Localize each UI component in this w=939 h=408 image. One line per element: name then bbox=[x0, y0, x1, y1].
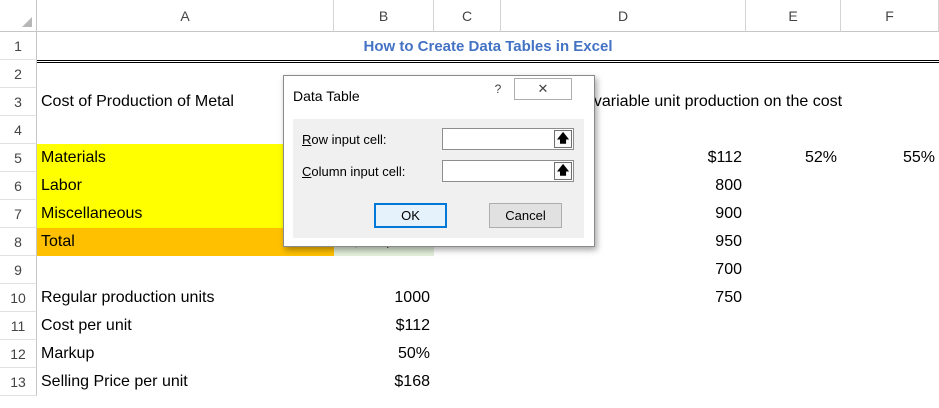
cell-b11[interactable]: $112 bbox=[334, 312, 434, 340]
cell-f5[interactable]: 55% bbox=[841, 144, 939, 172]
column-header-d[interactable]: D bbox=[501, 0, 746, 32]
column-header-b[interactable]: B bbox=[334, 0, 434, 32]
row-header-6[interactable]: 6 bbox=[0, 172, 37, 200]
row-header-9[interactable]: 9 bbox=[0, 256, 37, 284]
row-header-1[interactable]: 1 bbox=[0, 32, 37, 60]
close-icon: ✕ bbox=[537, 81, 549, 96]
cell-a13[interactable]: Selling Price per unit bbox=[37, 368, 334, 396]
cell-b13[interactable]: $168 bbox=[334, 368, 434, 396]
cell-b10[interactable]: 1000 bbox=[334, 284, 434, 312]
data-table-dialog: Data Table ? ✕ Row input cell: 🡅 Column … bbox=[283, 75, 595, 247]
row-header-2[interactable]: 2 bbox=[0, 60, 37, 88]
dialog-body: Row input cell: 🡅 Column input cell: 🡅 O… bbox=[293, 119, 584, 238]
cell-a10[interactable]: Regular production units bbox=[37, 284, 334, 312]
row-header-13[interactable]: 13 bbox=[0, 368, 37, 396]
row-header-11[interactable]: 11 bbox=[0, 312, 37, 340]
row-header-5[interactable]: 5 bbox=[0, 144, 37, 172]
cell-d9[interactable]: 700 bbox=[501, 256, 746, 284]
cancel-button[interactable]: Cancel bbox=[489, 203, 562, 228]
cell-d3[interactable]: f variable unit production on the cost bbox=[585, 88, 939, 116]
row-header-12[interactable]: 12 bbox=[0, 340, 37, 368]
column-header-f[interactable]: F bbox=[841, 0, 939, 32]
cell-a12[interactable]: Markup bbox=[37, 340, 334, 368]
ok-button[interactable]: OK bbox=[374, 203, 447, 228]
title-double-underline bbox=[37, 60, 939, 63]
column-input-label: Column input cell: bbox=[302, 164, 406, 179]
row-collapse-icon[interactable]: 🡅 bbox=[554, 130, 572, 148]
cell-e5[interactable]: 52% bbox=[746, 144, 841, 172]
row-header-3[interactable]: 3 bbox=[0, 88, 37, 116]
column-header-c[interactable]: C bbox=[434, 0, 501, 32]
row-header-4[interactable]: 4 bbox=[0, 116, 37, 144]
column-input-field[interactable]: 🡅 bbox=[442, 160, 574, 182]
cell-a11[interactable]: Cost per unit bbox=[37, 312, 334, 340]
row-header-7[interactable]: 7 bbox=[0, 200, 37, 228]
dialog-title: Data Table bbox=[293, 88, 360, 104]
row-input-field[interactable]: 🡅 bbox=[442, 128, 574, 150]
column-header-e[interactable]: E bbox=[746, 0, 841, 32]
row-header-10[interactable]: 10 bbox=[0, 284, 37, 312]
cell-b12[interactable]: 50% bbox=[334, 340, 434, 368]
column-header-a[interactable]: A bbox=[37, 0, 334, 32]
help-icon[interactable]: ? bbox=[491, 82, 505, 96]
close-button[interactable]: ✕ bbox=[514, 78, 572, 100]
cell-d10[interactable]: 750 bbox=[501, 284, 746, 312]
row-input-label: Row input cell: bbox=[302, 132, 387, 147]
select-all-corner[interactable] bbox=[0, 0, 37, 32]
column-collapse-icon[interactable]: 🡅 bbox=[554, 162, 572, 180]
row-header-8[interactable]: 8 bbox=[0, 228, 37, 256]
sheet-title[interactable]: How to Create Data Tables in Excel bbox=[37, 32, 939, 60]
